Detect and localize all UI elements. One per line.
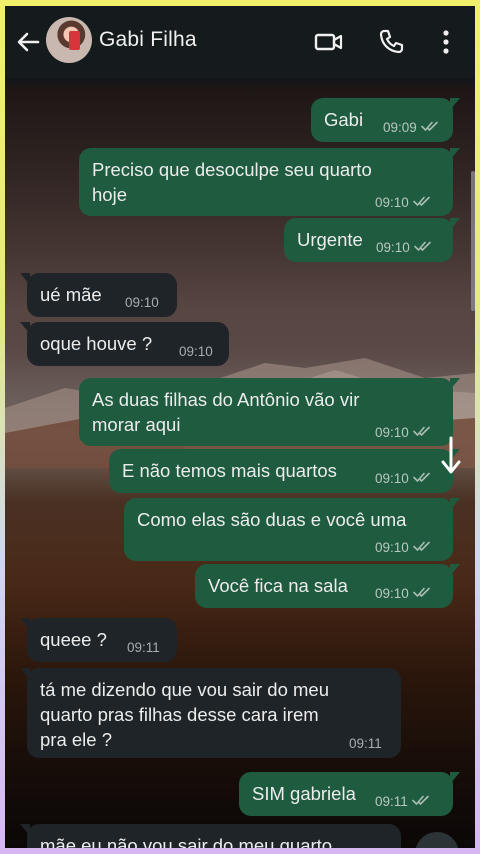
outgoing-message[interactable]: Urgente 09:10 bbox=[284, 218, 460, 262]
message-meta: 09:10 bbox=[375, 466, 433, 491]
incoming-message[interactable]: mãe eu não vou sair do meu quarto bbox=[20, 824, 401, 848]
message-meta: 09:10 bbox=[376, 235, 434, 260]
down-arrow-icon bbox=[441, 436, 461, 474]
message-meta: 09:10 bbox=[375, 581, 433, 606]
message-time: 09:10 bbox=[375, 540, 409, 555]
message-time: 09:10 bbox=[375, 586, 409, 601]
message-text: mãe eu não vou sair do meu quarto bbox=[40, 835, 333, 848]
chat-header: Gabi Filha bbox=[5, 6, 475, 78]
message-time: 09:11 bbox=[375, 794, 408, 809]
outgoing-message[interactable]: SIM gabriela 09:11 bbox=[239, 772, 460, 816]
message-text: queee ? bbox=[40, 629, 107, 650]
message-text: Gabi bbox=[324, 109, 364, 130]
incoming-message[interactable]: queee ? 09:11 bbox=[20, 618, 177, 662]
read-receipt-icon bbox=[412, 466, 433, 491]
message-meta: 09:11 bbox=[127, 635, 160, 660]
header-shadow bbox=[5, 78, 475, 88]
message-meta: 09:10 bbox=[179, 339, 213, 364]
scrollbar[interactable] bbox=[471, 171, 475, 311]
contact-name[interactable]: Gabi Filha bbox=[99, 28, 197, 52]
incoming-message[interactable]: oque houve ? 09:10 bbox=[20, 322, 229, 366]
message-time: 09:10 bbox=[125, 295, 159, 310]
message-text: Preciso que desoculpe seu quarto hoje bbox=[92, 159, 372, 205]
message-meta: 09:10 bbox=[375, 190, 433, 215]
back-arrow-icon[interactable] bbox=[11, 26, 45, 58]
message-text: tá me dizendo que vou sair do meu quarto… bbox=[40, 679, 329, 750]
message-time: 09:10 bbox=[375, 195, 409, 210]
read-receipt-icon bbox=[411, 789, 432, 814]
message-time: 09:10 bbox=[179, 344, 213, 359]
read-receipt-icon bbox=[412, 190, 433, 215]
avatar[interactable] bbox=[46, 17, 92, 63]
read-receipt-icon bbox=[412, 535, 433, 560]
message-text: Urgente bbox=[297, 229, 363, 250]
outgoing-message[interactable]: E não temos mais quartos 09:10 bbox=[109, 449, 460, 493]
incoming-message[interactable]: ué mãe 09:10 bbox=[20, 273, 177, 317]
message-time: 09:10 bbox=[375, 425, 409, 440]
outgoing-message[interactable]: Gabi 09:09 bbox=[311, 98, 460, 142]
message-meta: 09:09 bbox=[383, 115, 441, 140]
read-receipt-icon bbox=[413, 235, 434, 260]
outgoing-message[interactable]: Preciso que desoculpe seu quarto hoje 09:… bbox=[79, 148, 460, 216]
outgoing-message[interactable]: Você fica na sala 09:10 bbox=[195, 564, 460, 608]
message-text: Você fica na sala bbox=[208, 575, 348, 596]
message-meta: 09:10 bbox=[375, 535, 433, 560]
outgoing-message[interactable]: Como elas são duas e você uma 09:10 bbox=[124, 498, 460, 561]
message-time: 09:11 bbox=[349, 736, 382, 751]
phone-screen: Gabi Filha Gabi 09:09 Preciso que desoculp… bbox=[5, 6, 475, 848]
read-receipt-icon bbox=[412, 420, 433, 445]
message-meta: 09:11 bbox=[375, 789, 432, 814]
message-time: 09:09 bbox=[383, 120, 417, 135]
read-receipt-icon bbox=[412, 581, 433, 606]
video-call-icon[interactable] bbox=[312, 28, 346, 56]
message-meta: 09:10 bbox=[375, 420, 433, 445]
incoming-message[interactable]: tá me dizendo que vou sair do meu quarto… bbox=[20, 668, 401, 758]
message-time: 09:10 bbox=[375, 471, 409, 486]
message-text: As duas filhas do Antônio vão vir morar … bbox=[92, 389, 360, 435]
message-text: E não temos mais quartos bbox=[122, 460, 337, 481]
outgoing-message[interactable]: As duas filhas do Antônio vão vir morar … bbox=[79, 378, 460, 446]
read-receipt-icon bbox=[420, 115, 441, 140]
message-time: 09:11 bbox=[127, 640, 160, 655]
message-time: 09:10 bbox=[376, 240, 410, 255]
phone-call-icon[interactable] bbox=[376, 26, 406, 56]
message-text: Como elas são duas e você uma bbox=[137, 509, 407, 530]
more-vert-icon[interactable] bbox=[433, 26, 459, 58]
message-meta: 09:11 bbox=[349, 731, 382, 756]
message-meta: 09:10 bbox=[125, 290, 159, 315]
message-text: ué mãe bbox=[40, 284, 102, 305]
message-text: SIM gabriela bbox=[252, 783, 356, 804]
message-text: oque houve ? bbox=[40, 333, 153, 354]
